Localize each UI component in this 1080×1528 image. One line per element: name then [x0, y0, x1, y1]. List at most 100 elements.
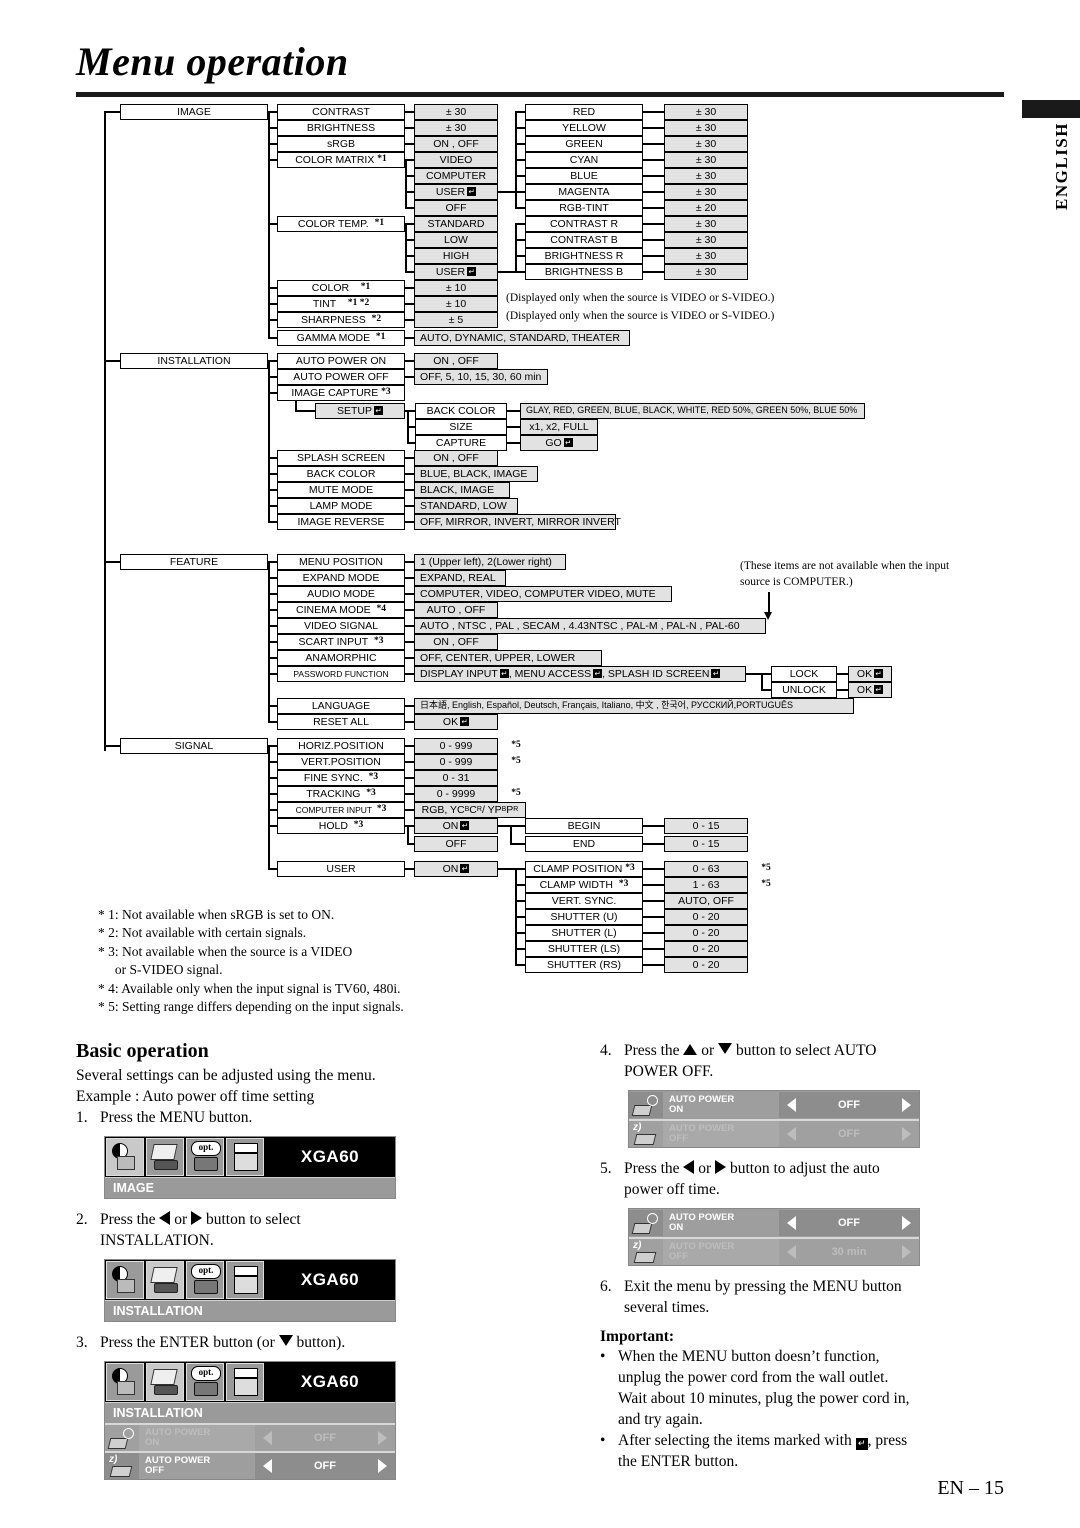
tree-value-reset-all: OK ↵: [414, 714, 498, 730]
osd-row-value-control[interactable]: OFF: [779, 1210, 919, 1236]
auto-power-off-icon: [105, 1453, 139, 1479]
osd-row-value-control[interactable]: 30 min: [779, 1239, 919, 1265]
tree-value-cm-user: USER ↵: [414, 184, 498, 200]
language-tab-marker: [1022, 100, 1080, 118]
tree-node-srgb: sRGB: [277, 136, 405, 152]
installation-tab-icon[interactable]: [146, 1363, 184, 1401]
tree-value-hold-begin: 0 - 15: [664, 818, 748, 834]
right-arrow-icon[interactable]: [902, 1127, 911, 1141]
tree-node-vert-position: VERT.POSITION: [277, 754, 405, 770]
tree-value-clamp-width: 1 - 63: [664, 877, 748, 893]
osd-screenshot-installation: XGA60 INSTALLATION: [104, 1259, 396, 1322]
installation-tab-icon[interactable]: [146, 1138, 184, 1176]
right-arrow-icon[interactable]: [378, 1459, 387, 1473]
auto-power-on-icon: [629, 1210, 663, 1236]
step-2-text: Press the or button to select INSTALLATIO…: [100, 1211, 301, 1249]
left-arrow-icon[interactable]: [263, 1459, 272, 1473]
step-1: 1. Press the MENU button.: [76, 1107, 546, 1128]
connector: [498, 868, 515, 870]
feature-tab-icon[interactable]: [186, 1363, 224, 1401]
enter-icon: ↵: [460, 821, 470, 831]
image-tab-icon[interactable]: [106, 1363, 144, 1401]
enter-icon: ↵: [467, 267, 477, 277]
tree-node-audio-mode: AUDIO MODE: [277, 586, 405, 602]
step-5: 5. Press the or button to adjust the aut…: [600, 1158, 1050, 1200]
tree-footnote-tracking: *5: [511, 788, 521, 798]
note-video-source-1: (Displayed only when the source is VIDEO…: [506, 292, 775, 304]
connector: [268, 625, 278, 627]
connector: [405, 489, 414, 491]
connector: [104, 111, 121, 113]
right-arrow-icon[interactable]: [378, 1431, 387, 1445]
connector: [268, 561, 270, 722]
connector: [515, 271, 525, 273]
tree-node-hold-end: END: [525, 836, 643, 852]
signal-tab-icon[interactable]: [226, 1138, 264, 1176]
tree-value-sharpness: ± 5: [414, 312, 498, 328]
osd-row-value-control[interactable]: OFF: [255, 1425, 395, 1451]
connector: [268, 111, 278, 113]
tree-footnote-horiz: *5: [511, 740, 521, 750]
osd-signal-label: XGA60: [300, 1372, 360, 1391]
connector: [510, 843, 525, 845]
step-1-text: Press the MENU button.: [100, 1109, 253, 1126]
osd-row-auto-power-on[interactable]: AUTO POWER ON OFF: [629, 1209, 919, 1237]
tree-node-clamp-width: CLAMP WIDTH *3: [525, 877, 643, 893]
bullet-2-text: After selecting the items marked with ↵,…: [618, 1432, 908, 1470]
connector: [643, 223, 664, 225]
tree-value-cm-off: OFF: [414, 200, 498, 216]
connector: [268, 319, 278, 321]
auto-power-off-icon: [629, 1121, 663, 1147]
left-arrow-icon[interactable]: [787, 1098, 796, 1112]
osd-row-auto-power-on[interactable]: AUTO POWER ON OFF: [629, 1091, 919, 1119]
osd-row-auto-power-off[interactable]: AUTO POWEROFF OFF: [629, 1119, 919, 1147]
right-arrow-icon[interactable]: [901, 1245, 911, 1259]
osd-row-value-control[interactable]: OFF: [255, 1453, 395, 1479]
connector: [746, 673, 761, 675]
osd-row-auto-power-off[interactable]: AUTO POWEROFF OFF: [105, 1451, 395, 1479]
osd-row-value-control[interactable]: OFF: [779, 1092, 919, 1118]
tree-node-clamp-position: CLAMP POSITION *3: [525, 861, 643, 877]
osd-screenshot-step4: AUTO POWERON OFF AUTO POWEROFF OFF: [628, 1090, 920, 1148]
connector: [515, 223, 517, 272]
bullet-marker: •: [600, 1348, 606, 1365]
tree-footnote-clamp-position: *5: [761, 863, 771, 873]
tree-node-hold-begin: BEGIN: [525, 818, 643, 834]
connector: [268, 745, 270, 869]
osd-row-value-control[interactable]: OFF: [779, 1121, 919, 1147]
enter-icon: ↵: [874, 669, 884, 679]
osd-row-auto-power-off[interactable]: AUTO POWEROFF 30 min: [629, 1237, 919, 1265]
feature-tab-icon[interactable]: [186, 1261, 224, 1299]
connector: [643, 916, 664, 918]
tree-node-vert-sync: VERT. SYNC.: [525, 893, 643, 909]
connector: [407, 843, 415, 845]
signal-tab-icon[interactable]: [226, 1261, 264, 1299]
connector: [515, 964, 525, 966]
installation-tab-icon[interactable]: [146, 1261, 184, 1299]
connector: [268, 657, 278, 659]
tree-value-tint: ± 10: [414, 296, 498, 312]
language-tab-label: ENGLISH: [1052, 122, 1071, 210]
image-tab-icon[interactable]: [106, 1261, 144, 1299]
connector: [405, 721, 414, 723]
left-arrow-icon[interactable]: [787, 1216, 796, 1230]
right-arrow-icon[interactable]: [902, 1216, 911, 1230]
connector: [515, 191, 525, 193]
left-arrow-icon[interactable]: [787, 1127, 796, 1141]
osd-row-auto-power-on[interactable]: AUTO POWER ON OFF: [105, 1423, 395, 1451]
left-arrow-icon[interactable]: [263, 1431, 272, 1445]
note-arrow-line: [768, 592, 770, 616]
tree-value-setup-size: x1, x2, FULL: [520, 419, 598, 435]
tree-node-scart-input: SCART INPUT *3: [277, 634, 405, 650]
connector: [515, 255, 525, 257]
connector: [405, 457, 414, 459]
right-arrow-icon[interactable]: [902, 1098, 911, 1112]
feature-tab-icon[interactable]: [186, 1138, 224, 1176]
connector: [268, 376, 278, 378]
image-tab-icon[interactable]: [106, 1138, 144, 1176]
bullet-marker: •: [600, 1432, 606, 1449]
step-2-number: 2.: [76, 1211, 88, 1228]
tree-value-setup-back-color: GLAY, RED, GREEN, BLUE, BLACK, WHITE, RE…: [520, 403, 865, 419]
left-arrow-icon[interactable]: [787, 1245, 796, 1259]
signal-tab-icon[interactable]: [226, 1363, 264, 1401]
